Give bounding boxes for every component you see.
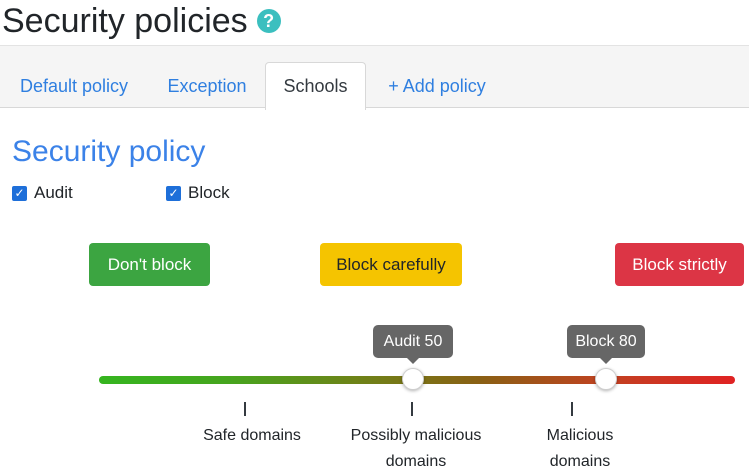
block-threshold-handle[interactable] [595, 368, 617, 390]
possibly-malicious-label-line2: domains [385, 453, 447, 470]
tab-add-policy[interactable]: + Add policy [366, 62, 508, 110]
help-icon[interactable]: ? [256, 9, 281, 33]
possibly-malicious-label-line1: Possibly malicious [350, 427, 482, 444]
safe-domains-tick [244, 402, 246, 416]
tab-exception[interactable]: Exception [148, 62, 266, 110]
audit-threshold-tooltip: Audit 50 [373, 325, 453, 358]
audit-threshold-handle[interactable] [402, 368, 424, 390]
malicious-label-line1: Malicious [546, 427, 614, 444]
tab-default-policy[interactable]: Default policy [0, 62, 148, 110]
audit-checkbox[interactable]: ✓ [12, 185, 27, 201]
audit-checkbox-group[interactable]: ✓ Audit [12, 183, 73, 203]
tab-schools[interactable]: Schools [265, 62, 366, 110]
safe-domains-label: Safe domains [203, 427, 301, 444]
audit-checkbox-label: Audit [34, 183, 73, 202]
block-strictly-button[interactable]: Block strictly [615, 243, 744, 286]
section-title: Security policy [12, 135, 206, 168]
dont-block-button[interactable]: Don't block [89, 243, 210, 286]
policy-tabs: Default policy Exception Schools + Add p… [0, 45, 749, 110]
malicious-tick [571, 402, 573, 416]
possibly-malicious-tick [411, 402, 413, 416]
malicious-label-line2: domains [549, 453, 611, 470]
page-header: Security policies ? [2, 0, 281, 42]
security-policies-page: Security policies ? Default policy Excep… [0, 0, 749, 472]
block-threshold-tooltip: Block 80 [567, 325, 645, 358]
page-title: Security policies [2, 2, 248, 40]
block-carefully-button[interactable]: Block carefully [320, 243, 462, 286]
block-checkbox[interactable]: ✓ [166, 185, 181, 201]
block-checkbox-group[interactable]: ✓ Block [166, 183, 230, 203]
block-checkbox-label: Block [188, 183, 230, 202]
